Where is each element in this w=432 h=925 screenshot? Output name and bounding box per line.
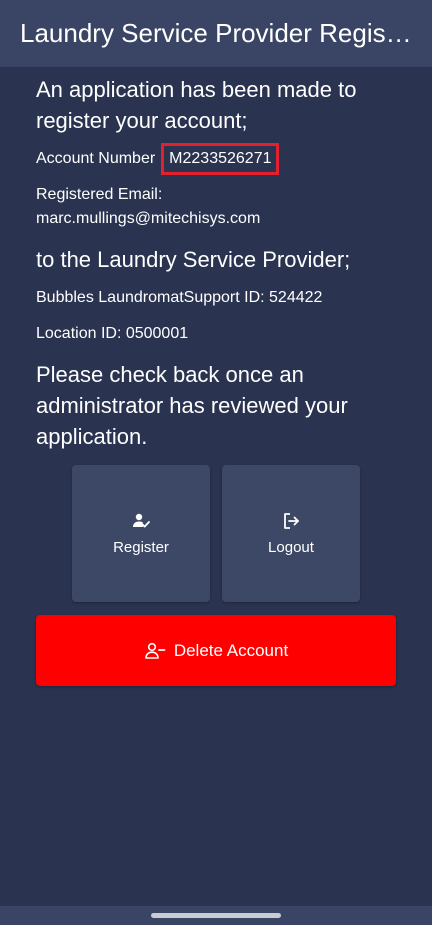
person-check-icon bbox=[133, 513, 150, 528]
registered-email-block: Registered Email: marc.mullings@mitechis… bbox=[36, 183, 260, 231]
delete-account-button[interactable]: Delete Account bbox=[36, 615, 396, 686]
check-back-heading: Please check back once an administrator … bbox=[36, 362, 348, 449]
register-label: Register bbox=[113, 539, 169, 556]
account-number-label: Account Number bbox=[36, 150, 156, 167]
logout-icon bbox=[284, 513, 299, 529]
account-number-value: M2233526271 bbox=[161, 143, 280, 175]
registered-email-label: Registered Email: bbox=[36, 186, 163, 203]
logout-label: Logout bbox=[268, 539, 314, 556]
person-remove-icon bbox=[145, 642, 166, 659]
application-heading: An application has been made to register… bbox=[36, 77, 357, 133]
logout-button[interactable]: Logout bbox=[222, 465, 360, 602]
system-navigation-bar bbox=[0, 906, 432, 925]
provider-heading: to the Laundry Service Provider; bbox=[36, 247, 351, 272]
location-id: Location ID: 0500001 bbox=[36, 325, 189, 342]
delete-account-label: Delete Account bbox=[173, 640, 289, 660]
registered-email-value: marc.mullings@mitechisys.com bbox=[36, 210, 261, 227]
app-bar: Laundry Service Provider Registration bbox=[0, 0, 432, 67]
app-title: Laundry Service Provider Registration bbox=[20, 18, 412, 48]
provider-support-id: Bubbles LaundromatSupport ID: 524422 bbox=[36, 289, 323, 306]
account-number-row: Account Number M2233526271 bbox=[36, 143, 280, 175]
register-button[interactable]: Register bbox=[72, 465, 210, 602]
home-gesture-handle[interactable] bbox=[151, 913, 281, 918]
